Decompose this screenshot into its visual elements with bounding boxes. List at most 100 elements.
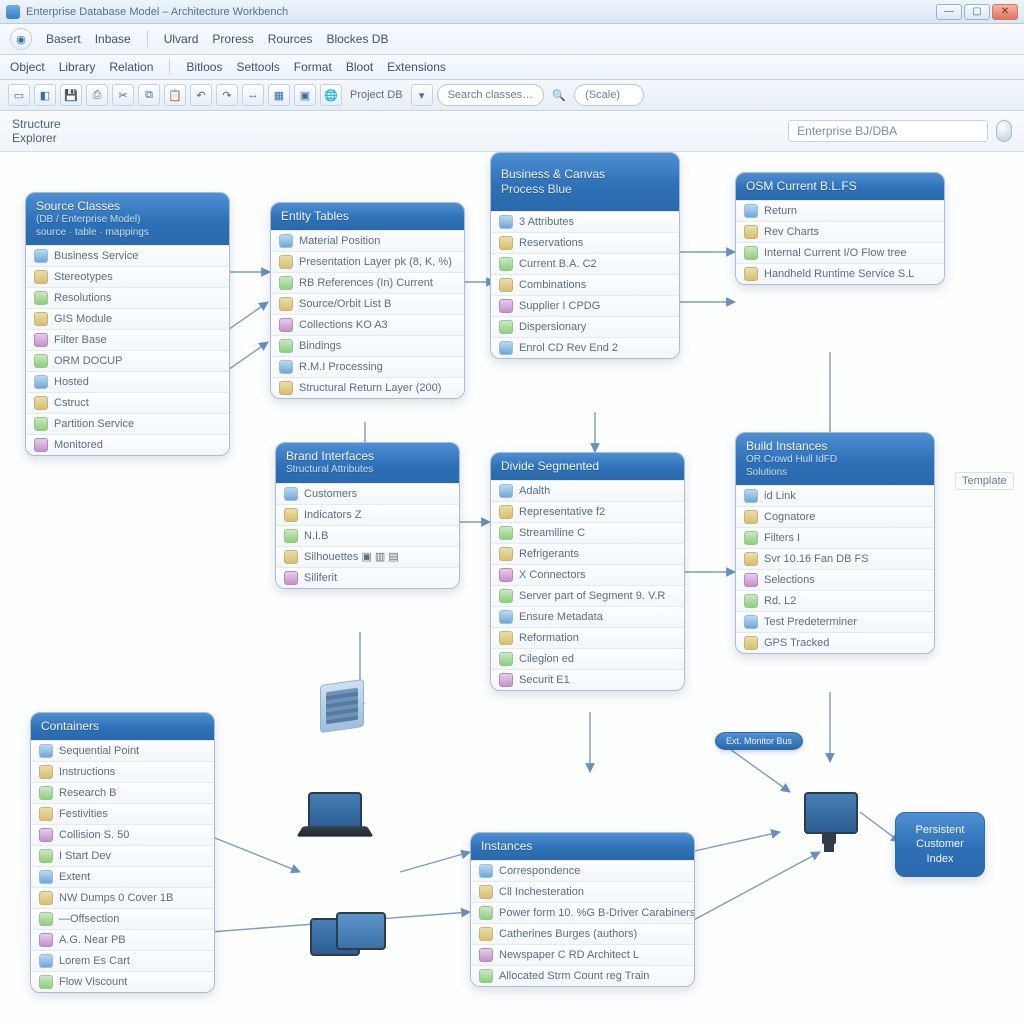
list-item[interactable]: Reservations [491,232,679,253]
tool-image-icon[interactable]: ▣ [294,84,316,106]
tool-globe-icon[interactable]: 🌐 [320,84,342,106]
list-item[interactable]: Svr 10.16 Fan DB FS [736,548,934,569]
list-item[interactable]: GIS Module [26,308,229,329]
list-item[interactable]: Presentation Layer pk (8, K, %) [271,251,464,272]
tool-grid-icon[interactable]: ▦ [268,84,290,106]
panel-entity-tables[interactable]: Entity Tables Material PositionPresentat… [270,202,465,399]
menu-item[interactable]: Object [10,60,45,74]
explorer-field[interactable]: Enterprise BJ/DBA [788,120,988,142]
menu-item[interactable]: Settools [236,60,279,74]
tool-copy-icon[interactable]: ⧉ [138,84,160,106]
list-item[interactable]: Catherines Burges (authors) [471,923,694,944]
list-item[interactable]: Lorem Es Cart [31,950,214,971]
list-item[interactable]: A.G. Near PB [31,929,214,950]
list-item[interactable]: Correspondence [471,860,694,881]
menu-item[interactable]: Rources [268,32,313,46]
list-item[interactable]: Research B [31,782,214,803]
list-item[interactable]: NW Dumps 0 Cover 1B [31,887,214,908]
list-item[interactable]: Supplier I CPDG [491,295,679,316]
list-item[interactable]: Streamiline C [491,522,684,543]
list-item[interactable]: RB References (In) Current [271,272,464,293]
list-item[interactable]: Securit E1 [491,669,684,690]
list-item[interactable]: Handheld Runtime Service S.L [736,263,944,284]
minimize-button[interactable]: — [936,4,962,20]
menu-item[interactable]: Format [294,60,332,74]
panel-business-canvas[interactable]: Business & Canvas Process Blue 3 Attribu… [490,152,680,359]
tool-new-icon[interactable]: ▭ [8,84,30,106]
menu-item[interactable]: Proress [212,32,253,46]
list-item[interactable]: Filter Base [26,329,229,350]
list-item[interactable]: Silhouettes ▣ ▥ ▤ [276,546,459,567]
list-item[interactable]: Newspaper C RD Architect L [471,944,694,965]
pill-monitor-bus[interactable]: Ext. Monitor Bus [715,732,803,750]
list-item[interactable]: Customers [276,483,459,504]
menu-item[interactable]: Inbase [95,32,131,46]
tool-open-icon[interactable]: ◧ [34,84,56,106]
list-item[interactable]: ORM DOCUP [26,350,229,371]
list-item[interactable]: GPS Tracked [736,632,934,653]
list-item[interactable]: I Start Dev [31,845,214,866]
list-item[interactable]: Cll Inchesteration [471,881,694,902]
list-item[interactable]: Return [736,200,944,221]
list-item[interactable]: Sequential Point [31,740,214,761]
menu-item[interactable]: Blockes DB [326,32,388,46]
list-item[interactable]: Indicators Z [276,504,459,525]
list-item[interactable]: Reformation [491,627,684,648]
panel-build-instances[interactable]: Build Instances OR Crowd Hull IdFD Solut… [735,432,935,654]
menu-item[interactable]: Ulvard [164,32,199,46]
list-item[interactable]: Adalth [491,480,684,501]
list-item[interactable]: Ensure Metadata [491,606,684,627]
list-item[interactable]: Extent [31,866,214,887]
list-item[interactable]: Material Position [271,230,464,251]
search-go-icon[interactable]: 🔍 [548,84,570,106]
list-item[interactable]: N.I.B [276,525,459,546]
list-item[interactable]: Selections [736,569,934,590]
side-label-template[interactable]: Template [955,472,1014,490]
tool-paste-icon[interactable]: 📋 [164,84,186,106]
list-item[interactable]: Instructions [31,761,214,782]
close-button[interactable]: ✕ [992,4,1018,20]
list-item[interactable]: Stereotypes [26,266,229,287]
tool-cut-icon[interactable]: ✂ [112,84,134,106]
list-item[interactable]: Cilegion ed [491,648,684,669]
menu-item[interactable]: Relation [109,60,153,74]
list-item[interactable]: Server part of Segment 9. V.R [491,585,684,606]
list-item[interactable]: Collections KO A3 [271,314,464,335]
list-item[interactable]: Power form 10. %G B-Driver Carabiners [471,902,694,923]
list-item[interactable]: Resolutions [26,287,229,308]
list-item[interactable]: Business Service [26,245,229,266]
panel-osm-current[interactable]: OSM Current B.L.FS ReturnRev ChartsInter… [735,172,945,285]
list-item[interactable]: Combinations [491,274,679,295]
list-item[interactable]: —Offsection [31,908,214,929]
panel-divide-segmented[interactable]: Divide Segmented AdalthRepresentative f2… [490,452,685,691]
panel-instances[interactable]: Instances CorrespondenceCll Inchesterati… [470,832,695,987]
list-item[interactable]: Hosted [26,371,229,392]
menu-item[interactable]: Bitloos [186,60,222,74]
list-item[interactable]: Cognatore [736,506,934,527]
list-item[interactable]: Structural Return Layer (200) [271,377,464,398]
dropdown-icon[interactable]: ▾ [411,84,433,106]
list-item[interactable]: 3 Attributes [491,211,679,232]
panel-source-classes[interactable]: Source Classes (DB / Enterprise Model) s… [25,192,230,456]
list-item[interactable]: Rd. L2 [736,590,934,611]
panel-containers[interactable]: Containers Sequential PointInstructionsR… [30,712,215,993]
tool-link-icon[interactable]: ↔ [242,84,264,106]
tool-undo-icon[interactable]: ↶ [190,84,212,106]
list-item[interactable]: Bindings [271,335,464,356]
menu-item[interactable]: Bloot [346,60,373,74]
menu-item[interactable]: Basert [46,32,81,46]
maximize-button[interactable]: ▢ [964,4,990,20]
tool-print-icon[interactable]: ⎙ [86,84,108,106]
list-item[interactable]: Dispersionary [491,316,679,337]
list-item[interactable]: Internal Current I/O Flow tree [736,242,944,263]
list-item[interactable]: Flow Viscount [31,971,214,992]
tool-save-icon[interactable]: 💾 [60,84,82,106]
list-item[interactable]: Partition Service [26,413,229,434]
list-item[interactable]: Test Predeterminer [736,611,934,632]
list-item[interactable]: Festivities [31,803,214,824]
list-item[interactable]: Refrigerants [491,543,684,564]
tool-redo-icon[interactable]: ↷ [216,84,238,106]
menu-item[interactable]: Extensions [387,60,446,74]
toolbar-search-input[interactable]: Search classes… [437,84,545,106]
list-item[interactable]: X Connectors [491,564,684,585]
